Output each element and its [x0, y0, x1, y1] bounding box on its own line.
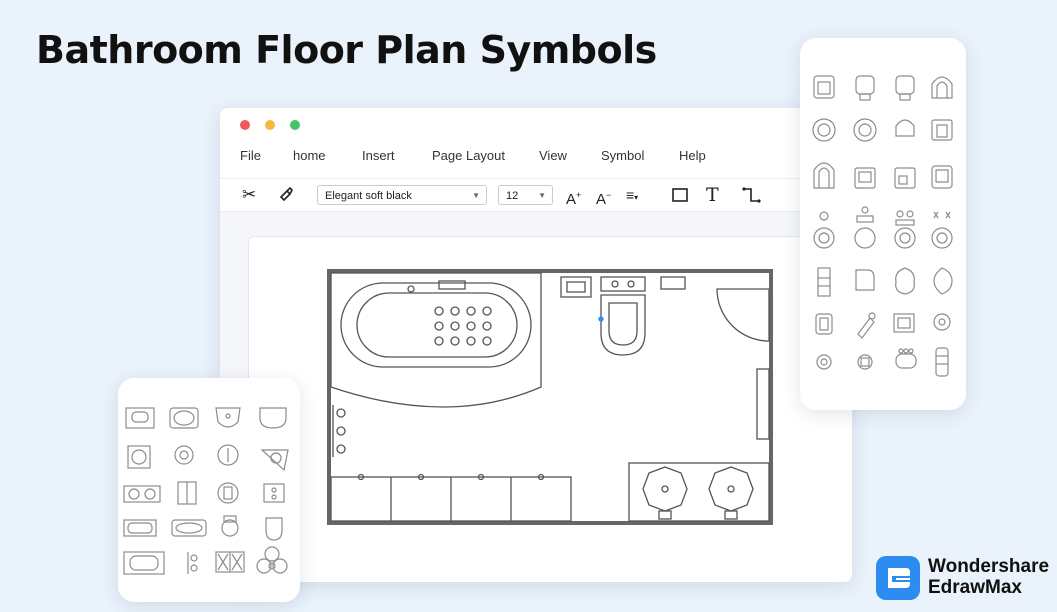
- app-window: File home Insert Page Layout View Symbol…: [220, 108, 852, 582]
- canvas-area[interactable]: [220, 212, 852, 582]
- window-titlebar: [220, 108, 852, 140]
- symbol-panel-left[interactable]: [118, 378, 300, 602]
- menu-symbol[interactable]: Symbol: [601, 148, 644, 163]
- menu-file[interactable]: File: [240, 148, 261, 163]
- chevron-down-icon: ▼: [472, 191, 480, 200]
- font-family-value: Elegant soft black: [325, 190, 412, 202]
- decrease-font-icon[interactable]: A−: [596, 185, 611, 210]
- sink-and-bathtub-symbols[interactable]: [118, 378, 300, 602]
- brand-line-2: EdrawMax: [928, 577, 1022, 598]
- edrawmax-logo: [876, 556, 920, 600]
- toolbar: ✂ Elegant soft black ▼ 12 ▼ A+ A− ≡▾ T: [220, 178, 852, 212]
- rectangle-icon[interactable]: [671, 186, 689, 209]
- menu-insert[interactable]: Insert: [362, 148, 395, 163]
- increase-font-icon[interactable]: A+: [566, 185, 581, 210]
- close-window-button[interactable]: [240, 120, 250, 130]
- symbol-panel-right[interactable]: [800, 38, 966, 410]
- bathroom-floor-plan[interactable]: [249, 237, 852, 582]
- menu-home[interactable]: home: [293, 148, 326, 163]
- minimize-window-button[interactable]: [265, 120, 275, 130]
- connector-icon[interactable]: [742, 186, 762, 209]
- font-family-select[interactable]: Elegant soft black ▼: [317, 185, 487, 205]
- drawing-page[interactable]: [248, 236, 852, 582]
- font-size-value: 12: [506, 190, 519, 202]
- menu-page-layout[interactable]: Page Layout: [432, 148, 505, 163]
- menu-help[interactable]: Help: [679, 148, 706, 163]
- format-painter-icon[interactable]: [277, 185, 295, 208]
- cut-icon[interactable]: ✂: [242, 185, 256, 205]
- chevron-down-icon: ▼: [538, 191, 546, 200]
- font-size-select[interactable]: 12 ▼: [498, 185, 553, 205]
- toilet-and-fixture-symbols[interactable]: [800, 38, 966, 410]
- align-icon[interactable]: ≡▾: [626, 185, 638, 208]
- brand-line-1: Wondershare: [928, 556, 1050, 577]
- text-icon[interactable]: T: [706, 185, 719, 205]
- menu-view[interactable]: View: [539, 148, 567, 163]
- maximize-window-button[interactable]: [290, 120, 300, 130]
- page-title: Bathroom Floor Plan Symbols: [36, 28, 657, 72]
- menu-bar: File home Insert Page Layout View Symbol…: [220, 148, 852, 174]
